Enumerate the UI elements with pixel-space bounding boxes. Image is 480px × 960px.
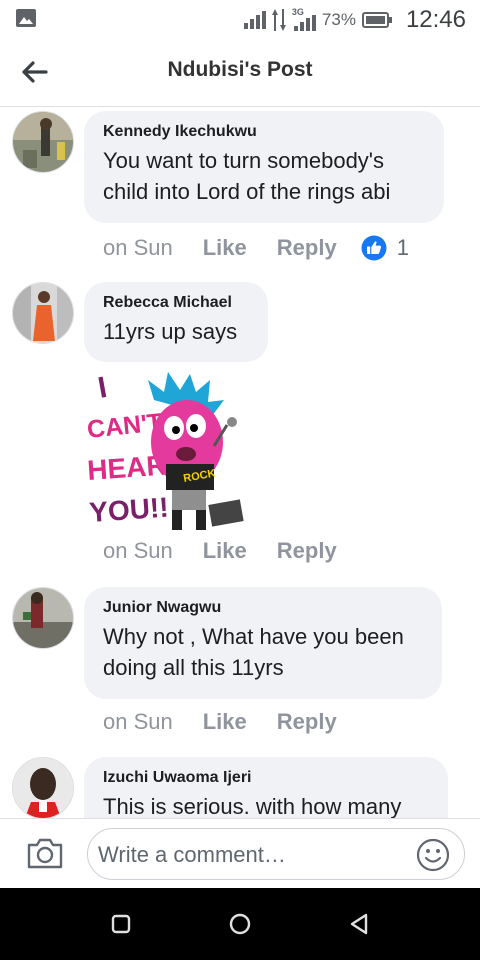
comment-author[interactable]: Kennedy Ikechukwu [103,123,425,141]
like-button[interactable]: Like [203,235,247,261]
comment-input-placeholder: Write a comment… [98,842,286,867]
comments-list[interactable]: Kennedy Ikechukwu You want to turn someb… [0,107,480,819]
data-transfer-icon [271,9,286,31]
home-icon[interactable] [227,911,253,937]
like-reaction-icon [361,235,387,261]
system-navigation-bar [0,888,480,960]
comment-actions: on Sun Like Reply [103,709,337,735]
avatar[interactable] [12,282,74,344]
camera-icon[interactable] [26,836,64,870]
comment-actions: on Sun Like Reply [103,538,337,564]
avatar[interactable] [12,111,74,173]
sticker-text: I [95,371,109,405]
comment-time[interactable]: on Sun [103,235,173,261]
status-bar: 3G 73% 12:46 [0,0,480,38]
reply-button[interactable]: Reply [277,235,337,261]
comment-bubble[interactable]: Junior Nwagwu Why not , What have you be… [84,587,442,699]
reaction-count: 1 [396,235,409,260]
avatar[interactable] [12,587,74,649]
image-icon [16,9,36,27]
comment-text: This is serious. with how many [103,794,402,819]
comment-text: You want to turn somebody's [103,148,385,173]
reply-button[interactable]: Reply [277,709,337,735]
avatar[interactable] [12,757,74,819]
sticker-image[interactable]: I CAN'T HEAR YOU!! ROCK [86,370,250,534]
comment-input[interactable]: Write a comment… [87,828,465,880]
back-icon[interactable] [346,911,372,937]
emoji-icon[interactable] [416,838,450,872]
comment-time[interactable]: on Sun [103,538,173,564]
sticker-text: YOU!! [88,492,169,528]
signal-icon [243,11,266,29]
comment-text: doing all this 11yrs [103,655,284,680]
recents-icon[interactable] [108,911,134,937]
comment-author[interactable]: Junior Nwagwu [103,599,423,617]
reply-button[interactable]: Reply [277,538,337,564]
comment-time[interactable]: on Sun [103,709,173,735]
comment-text: 11yrs up says [103,319,238,344]
like-button[interactable]: Like [203,709,247,735]
clock: 12:46 [405,6,466,33]
comment-author[interactable]: Izuchi Uwaoma Ijeri [103,769,429,787]
comment-composer: Write a comment… [0,818,480,889]
comment-author[interactable]: Rebecca Michael [103,294,249,312]
page-title: Ndubisi's Post [167,58,313,81]
comment-text: child into Lord of the rings abi [103,179,391,204]
like-button[interactable]: Like [203,538,247,564]
reaction-summary[interactable]: 1 [361,235,409,261]
post-header: Ndubisi's Post [0,38,480,107]
battery-percent: 73% [321,10,356,29]
comment-bubble[interactable]: Kennedy Ikechukwu You want to turn someb… [84,111,444,223]
comment-bubble[interactable]: Rebecca Michael 11yrs up says [84,282,268,362]
battery-icon [361,12,392,28]
comment-bubble[interactable]: Izuchi Uwaoma Ijeri This is serious. wit… [84,757,448,819]
comment-text: Why not , What have you been [103,624,404,649]
comment-actions: on Sun Like Reply 1 [103,235,409,261]
signal-icon [293,15,316,31]
